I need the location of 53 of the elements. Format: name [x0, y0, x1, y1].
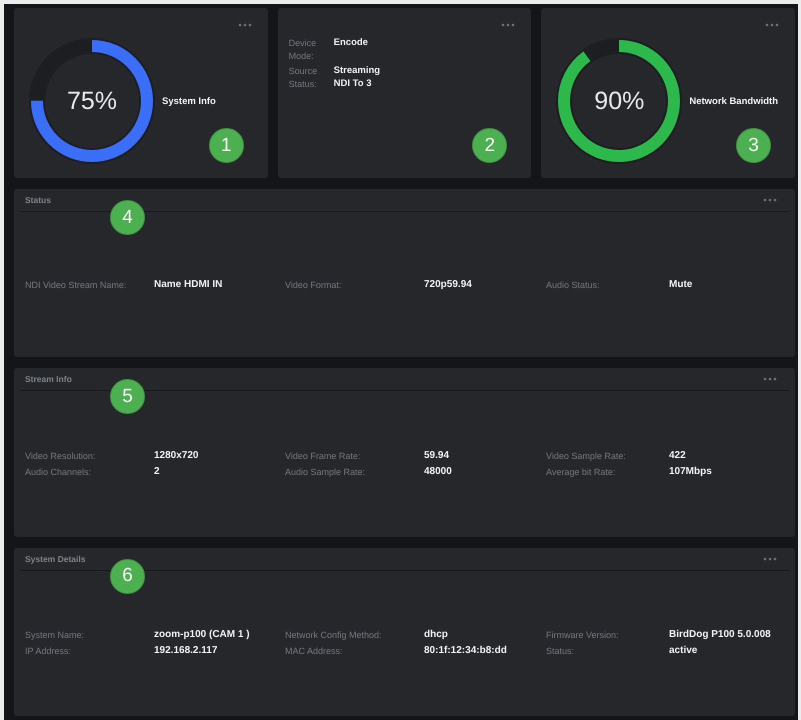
widget-title: Network Bandwidth [689, 96, 778, 106]
field-value: 422 [669, 448, 687, 463]
field-label: Average bit Rate: [546, 466, 616, 479]
field-value: Encode [334, 37, 369, 50]
panel-title: Status [25, 195, 51, 205]
field-label: Status: [546, 645, 576, 658]
field-value: 48000 [424, 464, 453, 479]
field-value: 107Mbps [669, 464, 712, 479]
field-label: Video Format: [285, 278, 342, 292]
panel-title: Stream Info [25, 374, 72, 384]
field-label: NDI Video Stream Name: [25, 278, 128, 292]
field-value: 80:1f:12:34:b8:dd [424, 644, 508, 658]
field-label: Audio Channels: [25, 466, 92, 479]
field-label: Video Frame Rate: [285, 450, 362, 463]
field-label: Source Status: [288, 65, 318, 90]
field-value: 192.168.2.117 [154, 644, 218, 658]
more-icon[interactable] [501, 23, 516, 27]
field-value: 1280x720 [154, 448, 200, 463]
callout-marker: 4 [110, 200, 145, 235]
field-label: Firmware Version: [546, 629, 620, 642]
gauge-reading: 75% [66, 86, 118, 116]
more-icon[interactable] [763, 198, 777, 202]
panel-title: System Details [25, 554, 86, 564]
field-value: 59.94 [424, 448, 450, 463]
field-label: IP Address: [25, 645, 72, 658]
field-label: MAC Address: [285, 645, 344, 658]
field-value: 720p59.94 [424, 278, 473, 292]
field-label: Audio Status: [546, 278, 601, 292]
more-icon[interactable] [238, 23, 252, 27]
field-label: Device Mode: [288, 37, 318, 62]
widget-title: System Info [162, 96, 216, 106]
callout-marker: 5 [110, 379, 145, 414]
callout-marker: 2 [472, 128, 508, 163]
more-icon[interactable] [765, 23, 779, 27]
field-label: Network Config Method: [285, 629, 383, 642]
field-value: Streaming NDI To 3 [334, 65, 382, 90]
callout-marker: 6 [110, 558, 145, 594]
more-icon[interactable] [763, 377, 777, 382]
more-icon[interactable] [763, 556, 777, 561]
field-value: dhcp [424, 628, 449, 642]
field-value: zoom-p100 (CAM 1 ) [154, 628, 251, 642]
gauge-reading: 90% [594, 86, 644, 116]
field-value: Name HDMI IN [154, 278, 224, 292]
field-label: Audio Sample Rate: [285, 466, 366, 479]
field-value: BirdDog P100 5.0.008 [669, 628, 771, 642]
field-value: Mute [669, 278, 692, 292]
field-value: 2 [154, 464, 161, 479]
field-label: System Name: [25, 629, 86, 642]
field-value: active [669, 644, 698, 658]
field-label: Video Sample Rate: [546, 450, 627, 463]
callout-marker: 1 [208, 128, 244, 163]
callout-marker: 3 [736, 128, 771, 163]
field-label: Video Resolution: [25, 450, 96, 463]
